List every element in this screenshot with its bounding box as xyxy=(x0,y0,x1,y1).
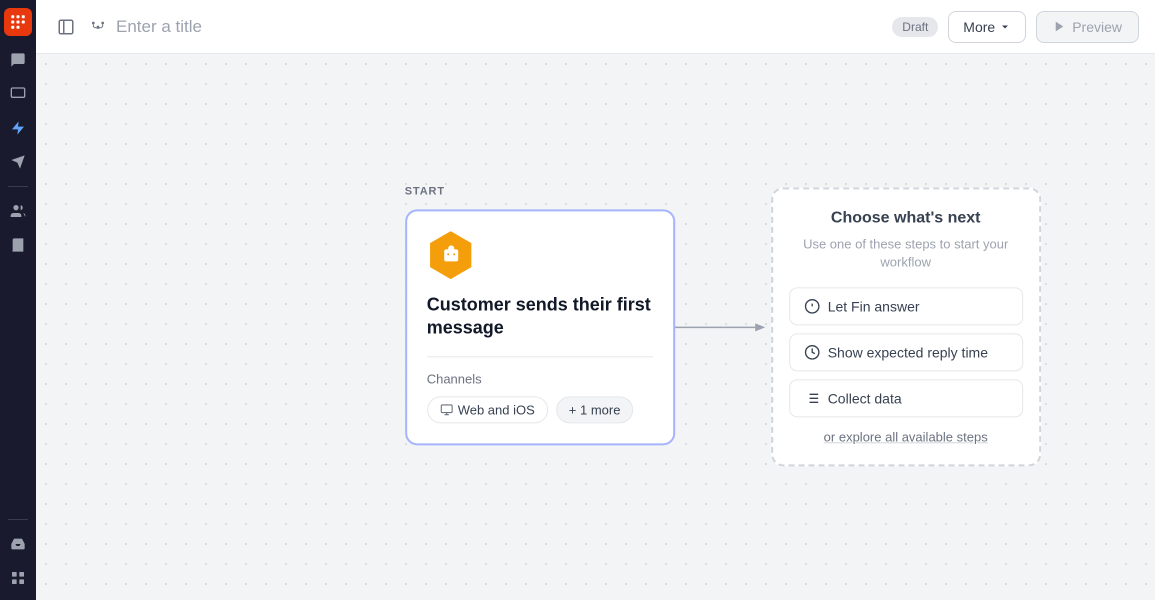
choose-subtitle: Use one of these steps to start your wor… xyxy=(789,235,1023,271)
channels-label: Channels xyxy=(427,371,653,386)
explore-link[interactable]: or explore all available steps xyxy=(824,430,988,445)
step-button-collect[interactable]: Collect data xyxy=(789,380,1023,418)
sidebar-divider-2 xyxy=(8,519,28,520)
sidebar-bottom xyxy=(4,515,32,592)
channel-tag-more[interactable]: + 1 more xyxy=(556,396,634,423)
sidebar-item-monitor[interactable] xyxy=(4,80,32,108)
arrow-connector xyxy=(673,297,773,357)
sidebar-item-chart[interactable] xyxy=(4,265,32,293)
preview-button[interactable]: Preview xyxy=(1036,11,1139,43)
monitor-small-icon xyxy=(440,403,453,416)
more-button[interactable]: More xyxy=(948,11,1026,43)
draft-badge: Draft xyxy=(892,17,938,37)
header-actions: More Preview xyxy=(948,11,1139,43)
start-card-divider xyxy=(427,356,653,357)
robot-icon xyxy=(439,243,463,267)
choose-title: Choose what's next xyxy=(831,209,981,227)
logo-icon xyxy=(9,13,27,31)
flow-icon xyxy=(90,19,106,35)
sidebar-item-inbox[interactable] xyxy=(4,530,32,558)
workflow-nodes: START Customer sends their first message… xyxy=(405,187,1041,466)
sidebar-item-send[interactable] xyxy=(4,148,32,176)
sidebar-logo[interactable] xyxy=(4,8,32,36)
play-icon xyxy=(1053,20,1066,33)
start-node: START Customer sends their first message… xyxy=(405,209,675,445)
hexagon-icon xyxy=(427,231,475,279)
start-card[interactable]: Customer sends their first message Chann… xyxy=(405,209,675,445)
start-label: START xyxy=(405,185,445,197)
start-card-icon xyxy=(427,231,475,279)
sidebar-item-bolt[interactable] xyxy=(4,114,32,142)
chevron-down-icon xyxy=(999,21,1011,33)
sidebar-item-book[interactable] xyxy=(4,231,32,259)
flow-arrow xyxy=(673,297,773,357)
sidebar-item-grid[interactable] xyxy=(4,564,32,592)
sidebar-toggle-button[interactable] xyxy=(52,13,80,41)
sidebar xyxy=(0,0,36,600)
workflow-canvas[interactable]: START Customer sends their first message… xyxy=(36,54,1155,600)
channels-list: Web and iOS + 1 more xyxy=(427,396,653,423)
sidebar-item-people[interactable] xyxy=(4,197,32,225)
sidebar-divider-1 xyxy=(8,186,28,187)
start-card-title: Customer sends their first message xyxy=(427,293,653,340)
choose-next-node: Choose what's next Use one of these step… xyxy=(771,187,1041,466)
clock-icon xyxy=(804,345,820,361)
step-button-fin[interactable]: Let Fin answer xyxy=(789,288,1023,326)
sidebar-item-chat[interactable] xyxy=(4,46,32,74)
title-input[interactable] xyxy=(116,17,882,37)
list-icon xyxy=(804,391,820,407)
header: Draft More Preview xyxy=(36,0,1155,54)
workflow-icon xyxy=(90,19,106,35)
sidebar-toggle-icon xyxy=(57,18,75,36)
main-area: Draft More Preview START xyxy=(36,0,1155,600)
fin-icon xyxy=(804,299,820,315)
step-button-reply[interactable]: Show expected reply time xyxy=(789,334,1023,372)
channel-tag-web-ios[interactable]: Web and iOS xyxy=(427,396,548,423)
